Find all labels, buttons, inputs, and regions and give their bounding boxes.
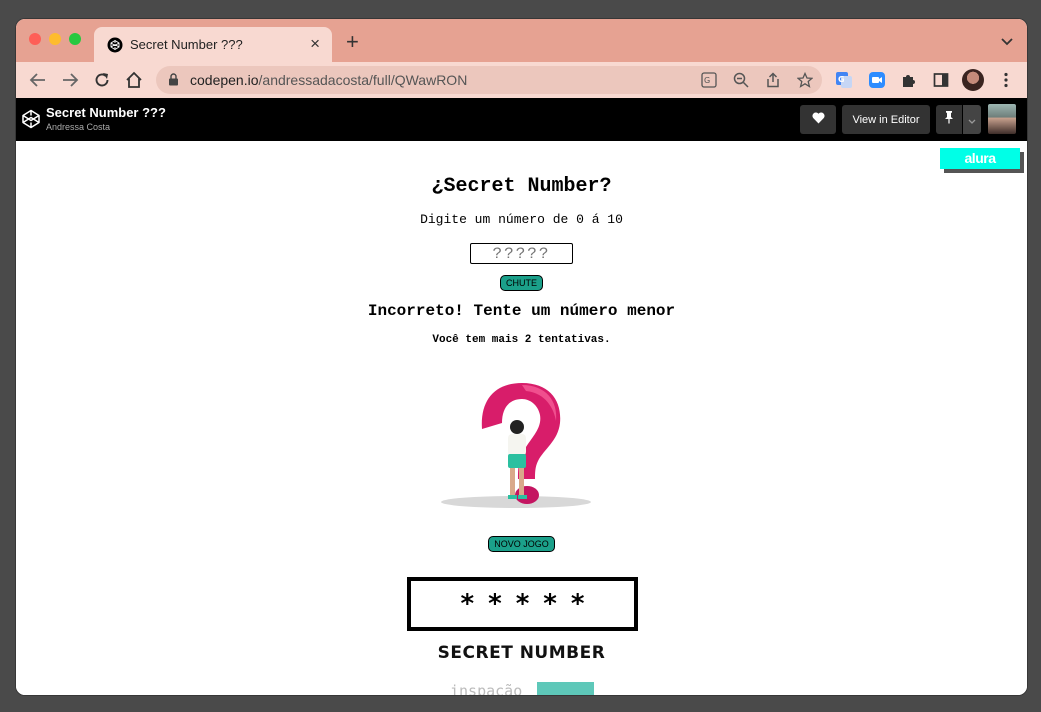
partial-footer-text: inspação [450, 682, 523, 695]
home-icon[interactable] [124, 70, 144, 90]
sidebar-panel-icon[interactable] [931, 70, 951, 90]
pen-author[interactable]: Andressa Costa [46, 122, 110, 132]
zoom-out-icon[interactable] [732, 71, 750, 89]
secret-number-logo-box: ***** [407, 577, 638, 631]
share-icon[interactable] [764, 71, 782, 89]
view-in-editor-button[interactable]: View in Editor [842, 105, 930, 134]
more-options-icon[interactable] [996, 70, 1016, 90]
back-arrow-icon[interactable] [28, 70, 48, 90]
pin-icon [944, 110, 954, 129]
translate-icon[interactable]: G [700, 71, 718, 89]
new-game-button[interactable]: NOVO JOGO [488, 536, 555, 552]
browser-toolbar: codepen.io/andressadacosta/full/QWawRON … [16, 62, 1027, 98]
guess-button[interactable]: CHUTE [500, 275, 543, 291]
close-window-button[interactable] [29, 33, 41, 45]
address-bar[interactable]: codepen.io/andressadacosta/full/QWawRON … [156, 66, 822, 94]
url-text: codepen.io/andressadacosta/full/QWawRON [190, 72, 468, 88]
tab-strip: Secret Number ??? × + [16, 19, 1027, 62]
minimize-window-button[interactable] [49, 33, 61, 45]
svg-text:G: G [704, 76, 710, 85]
alura-badge[interactable]: alura [940, 148, 1020, 169]
profile-avatar[interactable] [962, 69, 984, 91]
lock-icon [168, 73, 179, 91]
codepen-header: Secret Number ??? Andressa Costa View in… [16, 98, 1027, 141]
new-tab-button[interactable]: + [346, 31, 359, 53]
star-bookmark-icon[interactable] [796, 71, 814, 89]
svg-text:G: G [838, 75, 845, 84]
tab-title: Secret Number ??? [130, 37, 243, 52]
pen-preview: alura ¿Secret Number? Digite um número d… [16, 141, 1027, 695]
page-title: ¿Secret Number? [431, 175, 612, 198]
heart-button[interactable] [800, 105, 836, 134]
maximize-window-button[interactable] [69, 33, 81, 45]
user-avatar[interactable] [988, 104, 1016, 134]
guess-input[interactable] [470, 243, 573, 264]
partial-footer-block [537, 682, 594, 695]
chevron-down-icon[interactable] [1001, 33, 1013, 51]
zoom-extension-icon[interactable] [867, 70, 887, 90]
instruction-text: Digite um número de 0 á 10 [420, 212, 623, 227]
forward-arrow-icon[interactable] [60, 70, 80, 90]
result-message: Incorreto! Tente um número menor [367, 302, 676, 320]
attempts-message: Você tem mais 2 tentativas. [432, 334, 611, 346]
chevron-down-icon [968, 111, 976, 129]
codepen-logo-icon[interactable] [21, 109, 41, 134]
puzzle-extensions-icon[interactable] [899, 70, 919, 90]
pin-menu-button[interactable] [963, 105, 981, 134]
secret-number-logo-text: SECRET NUMBER [437, 643, 606, 663]
browser-window: Secret Number ??? × + codepen.io/andress… [16, 19, 1027, 695]
google-translate-extension-icon[interactable]: G [834, 70, 854, 90]
reload-icon[interactable] [92, 70, 112, 90]
pen-title: Secret Number ??? [46, 105, 166, 120]
heart-icon [811, 111, 825, 129]
pin-button[interactable] [936, 105, 962, 134]
question-mark-illustration [434, 371, 594, 511]
tab-close-icon[interactable]: × [310, 35, 320, 52]
browser-tab[interactable]: Secret Number ??? × [94, 27, 332, 62]
codepen-favicon-icon [107, 37, 123, 53]
